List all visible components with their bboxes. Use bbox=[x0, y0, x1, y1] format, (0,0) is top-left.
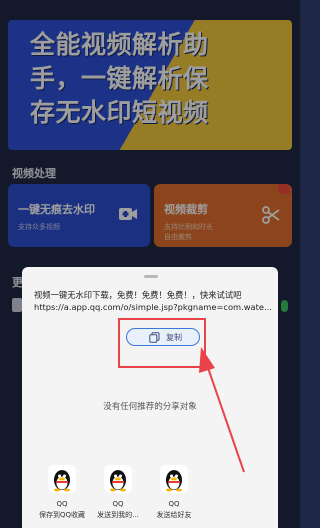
target-app-name: QQ bbox=[168, 500, 180, 508]
qq-penguin-icon bbox=[104, 465, 132, 493]
target-app-name: QQ bbox=[112, 500, 124, 508]
target-label: 保存到QQ收藏 bbox=[38, 511, 86, 519]
share-target-qq-friend[interactable]: QQ 发送给好友 bbox=[144, 465, 204, 521]
qq-penguin-icon bbox=[48, 465, 76, 493]
target-label: 发送到我的... bbox=[97, 511, 139, 519]
share-text-line: https://a.app.qq.com/o/simple.jsp?pkgnam… bbox=[34, 302, 272, 312]
qq-penguin-icon bbox=[160, 465, 188, 493]
share-sheet: 视频一键无水印下载，免费！免费！免费！，快来试试吧 https://a.app.… bbox=[22, 267, 278, 528]
no-recommend-text: 没有任何推荐的分享对象 bbox=[103, 402, 197, 412]
share-target-qq-favorites[interactable]: QQ 保存到QQ收藏 bbox=[32, 465, 92, 521]
target-app-name: QQ bbox=[56, 500, 68, 508]
share-target-qq-my-device[interactable]: QQ 发送到我的... bbox=[88, 465, 148, 521]
highlight-box bbox=[118, 318, 206, 368]
share-text: 视频一键无水印下载，免费！免费！免费！，快来试试吧 https://a.app.… bbox=[34, 289, 274, 313]
share-text-line: 视频一键无水印下载，免费！免费！免费！，快来试试吧 bbox=[34, 290, 242, 300]
target-label: 发送给好友 bbox=[156, 511, 192, 519]
sheet-grabber[interactable] bbox=[144, 275, 158, 278]
